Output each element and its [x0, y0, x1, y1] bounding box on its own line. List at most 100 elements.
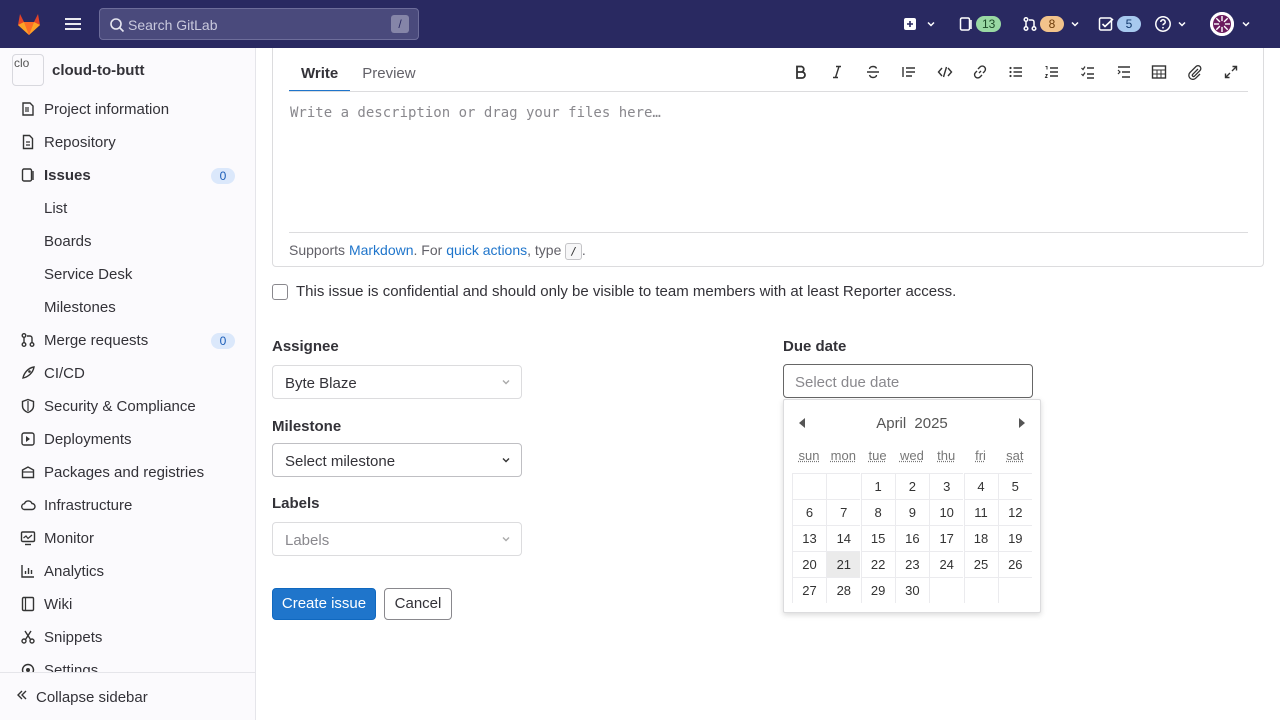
attachment-icon[interactable]	[1187, 64, 1203, 80]
calendar-day[interactable]: 16	[894, 525, 929, 551]
markdown-link[interactable]: Markdown	[349, 242, 414, 258]
fullscreen-icon[interactable]	[1223, 64, 1239, 80]
create-issue-button[interactable]: Create issue	[272, 588, 376, 620]
milestone-dropdown[interactable]: Select milestone	[272, 443, 522, 477]
calendar-day[interactable]: 18	[963, 525, 998, 551]
sidebar-item-deployments[interactable]: Deployments	[0, 423, 255, 456]
sidebar-item-snippets[interactable]: Snippets	[0, 621, 255, 654]
calendar-day[interactable]: 17	[929, 525, 964, 551]
user-menu[interactable]	[1210, 12, 1251, 36]
sidebar-item-wiki[interactable]: Wiki	[0, 588, 255, 621]
calendar-day[interactable]: 2	[894, 473, 929, 499]
chevron-down-icon	[501, 455, 511, 465]
collapse-sidebar-button[interactable]: Collapse sidebar	[0, 672, 255, 720]
slash-key: /	[565, 243, 582, 260]
calendar-day[interactable]: 10	[929, 499, 964, 525]
sidebar-item-project-information[interactable]: Project information	[0, 93, 255, 126]
tab-preview[interactable]: Preview	[350, 48, 427, 92]
calendar-day[interactable]: 28	[826, 577, 861, 603]
sidebar-item-security-compliance[interactable]: Security & Compliance	[0, 390, 255, 423]
sidebar-item-ci-cd[interactable]: CI/CD	[0, 357, 255, 390]
calendar-day[interactable]: 25	[963, 551, 998, 577]
sidebar-item-label: Security & Compliance	[44, 398, 196, 415]
todos-shortcut[interactable]: 5	[1098, 12, 1141, 36]
merge-requests-shortcut[interactable]: 8	[1022, 12, 1080, 36]
project-header[interactable]: clo cloud-to-butt	[12, 54, 144, 86]
calendar-day[interactable]: 30	[894, 577, 929, 603]
todos-count-badge: 5	[1117, 16, 1141, 32]
menu-icon[interactable]	[63, 14, 83, 34]
sidebar-item-label: Milestones	[44, 299, 116, 316]
calendar-day[interactable]: 6	[792, 499, 826, 525]
quick-actions-link[interactable]: quick actions	[446, 242, 527, 258]
labels-value: Labels	[285, 532, 330, 549]
calendar-day[interactable]: 15	[860, 525, 895, 551]
task-list-icon[interactable]	[1080, 64, 1096, 80]
calendar-day[interactable]: 9	[894, 499, 929, 525]
calendar-day[interactable]: 8	[860, 499, 895, 525]
tab-write[interactable]: Write	[289, 48, 351, 92]
calendar-day[interactable]: 24	[929, 551, 964, 577]
calendar-day[interactable]: 19	[997, 525, 1032, 551]
calendar-day[interactable]: 1	[860, 473, 895, 499]
chevron-down-icon	[501, 377, 511, 387]
sidebar-item-label: Packages and registries	[44, 464, 205, 481]
calendar-day[interactable]: 23	[894, 551, 929, 577]
issues-shortcut[interactable]: 13	[958, 12, 1002, 36]
numbered-list-icon[interactable]	[1044, 64, 1060, 80]
sidebar-item-milestones[interactable]: Milestones	[0, 291, 255, 324]
sidebar-item-repository[interactable]: Repository	[0, 126, 255, 159]
sidebar-item-list[interactable]: List	[0, 192, 255, 225]
assignee-dropdown[interactable]: Byte Blaze	[272, 365, 522, 399]
italic-icon[interactable]	[829, 64, 845, 80]
code-icon[interactable]	[937, 64, 953, 80]
table-icon[interactable]	[1151, 64, 1167, 80]
sidebar-item-label: Issues	[44, 167, 91, 184]
bullet-list-icon[interactable]	[1008, 64, 1024, 80]
calendar-day[interactable]: 20	[792, 551, 826, 577]
due-date-input[interactable]: Select due date	[783, 364, 1033, 398]
calendar-day[interactable]: 26	[997, 551, 1032, 577]
calendar-day[interactable]: 22	[860, 551, 895, 577]
calendar-day[interactable]: 14	[826, 525, 861, 551]
labels-label: Labels	[272, 495, 320, 512]
search-placeholder: Search GitLab	[128, 17, 218, 33]
sidebar-item-monitor[interactable]: Monitor	[0, 522, 255, 555]
quote-icon[interactable]	[901, 64, 917, 80]
next-month-icon[interactable]	[1018, 418, 1026, 428]
link-icon[interactable]	[972, 64, 988, 80]
calendar-day[interactable]: 12	[997, 499, 1032, 525]
create-new-dropdown[interactable]	[902, 12, 936, 36]
sidebar-item-service-desk[interactable]: Service Desk	[0, 258, 255, 291]
cancel-button[interactable]: Cancel	[384, 588, 452, 620]
calendar-day[interactable]: 11	[963, 499, 998, 525]
labels-dropdown[interactable]: Labels	[272, 522, 522, 556]
calendar-day[interactable]: 5	[997, 473, 1032, 499]
calendar-day[interactable]: 4	[963, 473, 998, 499]
calendar-day[interactable]: 27	[792, 577, 826, 603]
gitlab-logo-icon[interactable]	[16, 11, 42, 37]
sidebar-item-analytics[interactable]: Analytics	[0, 555, 255, 588]
calendar-day[interactable]: 13	[792, 525, 826, 551]
sidebar-item-label: Analytics	[44, 563, 105, 580]
collapsible-section-icon[interactable]	[1116, 64, 1132, 80]
calendar-day[interactable]: 7	[826, 499, 861, 525]
search-input[interactable]: Search GitLab /	[99, 8, 419, 40]
sidebar-item-merge-requests[interactable]: Merge requests 0	[0, 324, 255, 357]
chevron-down-icon	[1241, 19, 1251, 29]
description-textarea[interactable]: Write a description or drag your files h…	[290, 105, 661, 121]
assignee-value: Byte Blaze	[285, 375, 357, 392]
confidential-checkbox[interactable]	[272, 283, 288, 300]
sidebar-item-packages-registries[interactable]: Packages and registries	[0, 456, 255, 489]
collapse-sidebar-label: Collapse sidebar	[36, 689, 148, 706]
sidebar-item-infrastructure[interactable]: Infrastructure	[0, 489, 255, 522]
calendar-day[interactable]: 3	[929, 473, 964, 499]
help-dropdown[interactable]	[1154, 12, 1187, 36]
weekday-header: wed	[899, 448, 924, 463]
calendar-day[interactable]: 29	[860, 577, 895, 603]
sidebar-item-boards[interactable]: Boards	[0, 225, 255, 258]
sidebar-item-issues[interactable]: Issues 0	[0, 159, 255, 192]
bold-icon[interactable]	[793, 64, 809, 80]
calendar-day[interactable]: 21	[826, 551, 861, 577]
strikethrough-icon[interactable]	[865, 64, 881, 80]
